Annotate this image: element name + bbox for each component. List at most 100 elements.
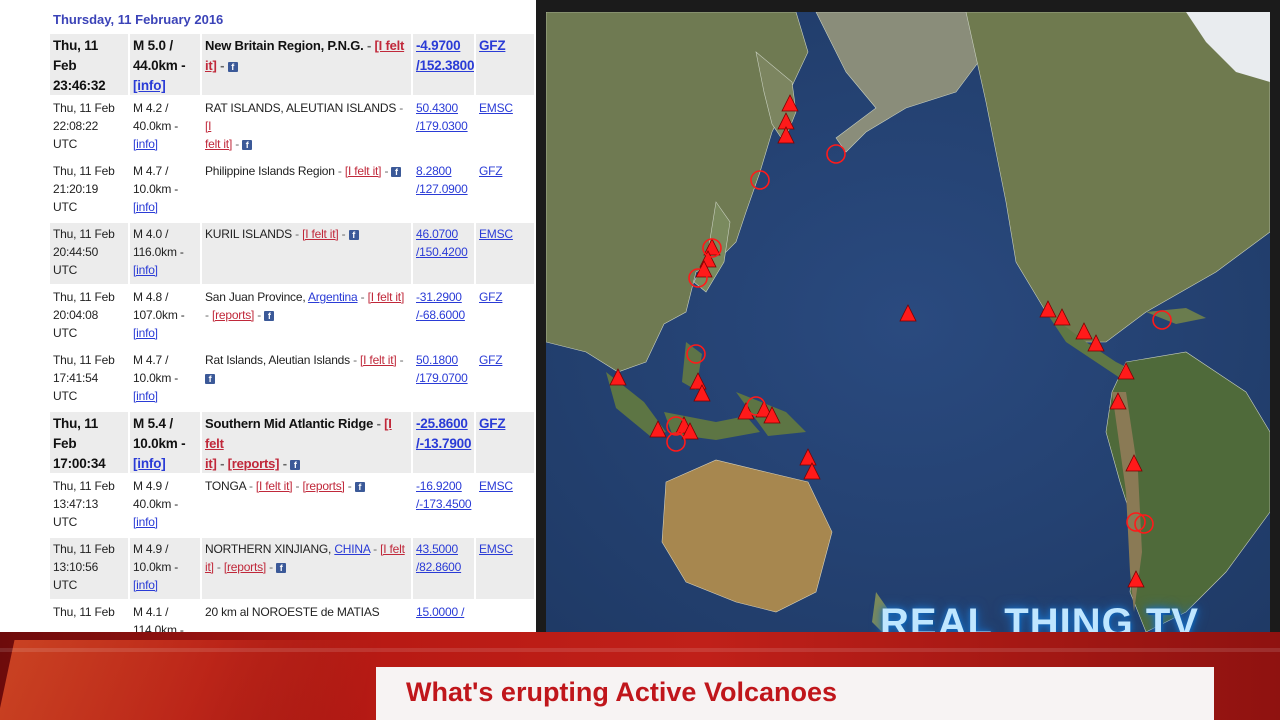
earthquake-table: Thu, 11 Feb23:46:32UTCM 5.0 /44.0km -[in… [50, 34, 536, 632]
coordinate-link[interactable]: 82.8600 [419, 560, 461, 574]
source-link[interactable]: GFZ [479, 38, 506, 53]
i-felt-it-link-cont[interactable]: it] [205, 58, 217, 73]
facebook-icon[interactable]: f [354, 481, 365, 492]
table-row: Thu, 11 Feb 22:08:22 UTC M 4.2 / 40.0km - [i… [50, 97, 536, 160]
lower-third-accent [0, 640, 375, 720]
event-region: San Juan Province, Argentina - [I felt i… [202, 286, 413, 347]
i-felt-it-link-cont[interactable]: it] [205, 560, 214, 574]
coordinate-link[interactable]: 152.3800 [420, 58, 474, 73]
country-link[interactable]: Argentina [308, 290, 358, 304]
event-region: Rat Islands, Aleutian Islands - [I felt … [202, 349, 413, 410]
source-link[interactable]: EMSC [479, 542, 513, 556]
magnitude-line: M 4.1 / [133, 605, 169, 619]
reports-link[interactable]: [reports] [302, 479, 344, 493]
info-link[interactable]: [info] [133, 389, 158, 403]
event-magnitude: M 4.7 / 10.0km - [info] [130, 349, 202, 410]
facebook-icon[interactable]: f [242, 139, 253, 150]
coordinate-link[interactable]: 150.4200 [419, 245, 468, 259]
i-felt-it-link[interactable]: [I felt it] [256, 479, 293, 493]
magnitude-line: M 4.8 / [133, 290, 169, 304]
table-row: Thu, 11 Feb23:46:32UTCM 5.0 /44.0km -[in… [50, 34, 536, 97]
coordinate-link[interactable]: -173.4500 [419, 497, 471, 511]
table-row: Thu, 11 Feb 13:47:13 UTC M 4.9 / 40.0km - [i… [50, 475, 536, 538]
event-time-line: Thu, 11 Feb [53, 38, 99, 73]
source-link[interactable]: EMSC [479, 227, 513, 241]
event-time: Thu, 11 Feb 13:47:13 UTC [50, 475, 130, 536]
event-time: Thu, 11 Feb 21:20:19 UTC [50, 160, 130, 221]
magnitude-line: 10.0km - [133, 436, 186, 451]
event-time: Thu, 11 Feb [50, 601, 130, 632]
separator: - [248, 479, 256, 493]
event-time-line: 17:41:54 UTC [53, 371, 99, 403]
coordinate-link[interactable]: -13.7900 [420, 436, 472, 451]
i-felt-it-link[interactable]: [I felt [380, 542, 405, 556]
separator: - [232, 137, 243, 151]
reports-link[interactable]: [reports] [212, 308, 254, 322]
facebook-icon[interactable]: f [276, 562, 287, 573]
event-time: Thu, 11 Feb 17:41:54 UTC [50, 349, 130, 410]
event-region: TONGA - [I felt it] - [reports] - f [202, 475, 413, 536]
info-link[interactable]: [info] [133, 78, 166, 93]
source-link[interactable]: GFZ [479, 353, 503, 367]
info-link[interactable]: [info] [133, 200, 158, 214]
source-link[interactable]: GFZ [479, 416, 506, 431]
source-link[interactable]: EMSC [479, 479, 513, 493]
coordinate-link[interactable]: 127.0900 [419, 182, 468, 196]
facebook-icon[interactable]: f [264, 310, 275, 321]
table-row: Thu, 11 Feb 17:41:54 UTC M 4.7 / 10.0km - [i… [50, 349, 536, 412]
separator: - [216, 58, 228, 73]
magnitude-line: 40.0km - [133, 497, 179, 511]
date-heading: Thursday, 11 February 2016 [53, 12, 224, 27]
facebook-icon[interactable]: f [227, 61, 238, 72]
info-link[interactable]: [info] [133, 515, 158, 529]
separator: - [279, 456, 291, 471]
region-name: Rat Islands, Aleutian Islands [205, 353, 354, 367]
info-link[interactable]: [info] [133, 578, 158, 592]
event-coordinates: -16.9200 /-173.4500 [413, 475, 476, 536]
info-link[interactable]: [info] [133, 456, 166, 471]
source-link[interactable]: EMSC [479, 101, 513, 115]
event-region: 20 km al NOROESTE de MATIAS [202, 601, 413, 632]
country-link[interactable]: CHINA [334, 542, 370, 556]
separator: - [337, 164, 345, 178]
i-felt-it-link[interactable]: [I felt it] [368, 290, 405, 304]
facebook-icon[interactable]: f [348, 229, 359, 240]
reports-link[interactable]: [reports] [224, 560, 266, 574]
event-magnitude: M 4.2 / 40.0km - [info] [130, 97, 202, 158]
event-time-line: Thu, 11 Feb [53, 542, 115, 556]
magnitude-line: 114.0km - [133, 623, 184, 632]
event-time: Thu, 11 Feb 22:08:22 UTC [50, 97, 130, 158]
coordinate-link[interactable]: 179.0700 [419, 371, 468, 385]
event-region: New Britain Region, P.N.G. - [I felt it] … [202, 34, 413, 95]
event-coordinates: 43.5000 /82.8600 [413, 538, 476, 599]
source-link[interactable]: GFZ [479, 164, 503, 178]
event-time: Thu, 11 Feb 20:04:08 UTC [50, 286, 130, 347]
i-felt-it-link-cont[interactable]: felt it] [205, 137, 232, 151]
event-magnitude: M 5.0 / 44.0km - [info] [130, 34, 202, 95]
event-source: EMSC [476, 97, 534, 158]
coordinate-link[interactable]: 179.0300 [419, 119, 468, 133]
i-felt-it-link[interactable]: [I felt it] [360, 353, 397, 367]
source-link[interactable]: GFZ [479, 290, 503, 304]
map-canvas [546, 12, 1270, 632]
i-felt-it-link[interactable]: [I felt it] [302, 227, 339, 241]
coordinate-link[interactable]: 15.0000 / [416, 605, 464, 619]
i-felt-it-link-cont[interactable]: it] [205, 456, 217, 471]
i-felt-it-link[interactable]: [I felt it] [345, 164, 382, 178]
facebook-icon[interactable]: f [290, 459, 301, 470]
separator: - [254, 308, 265, 322]
region-name: New Britain Region, P.N.G. [205, 38, 367, 53]
info-link[interactable]: [info] [133, 326, 158, 340]
reports-link[interactable]: [reports] [228, 456, 280, 471]
facebook-icon[interactable]: f [391, 166, 402, 177]
separator: - [344, 479, 355, 493]
separator: - [360, 290, 368, 304]
facebook-icon[interactable]: f [205, 373, 215, 384]
i-felt-it-link[interactable]: [I felt [375, 38, 405, 53]
event-time-line: Thu, 11 Feb [53, 164, 115, 178]
separator: - [338, 227, 349, 241]
i-felt-it-link[interactable]: [I [205, 119, 211, 133]
coordinate-link[interactable]: -68.6000 [419, 308, 465, 322]
info-link[interactable]: [info] [133, 137, 158, 151]
info-link[interactable]: [info] [133, 263, 158, 277]
